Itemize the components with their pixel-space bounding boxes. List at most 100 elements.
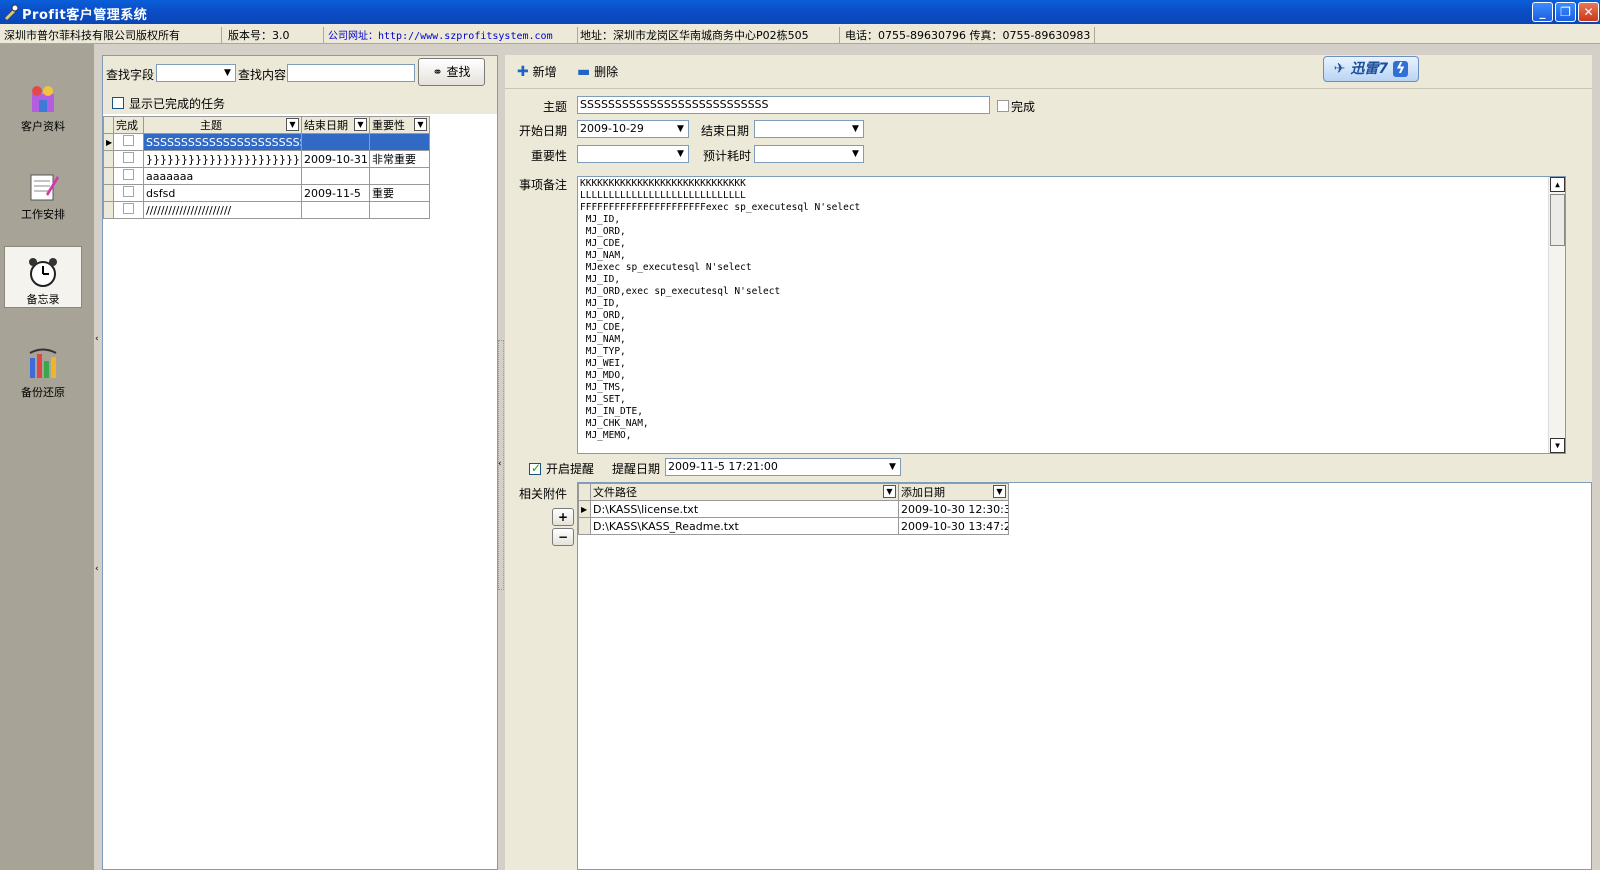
delete-button-label: 删除 xyxy=(594,65,619,79)
filter-dropdown-icon[interactable]: ▼ xyxy=(883,485,896,498)
estimate-select[interactable]: ▼ xyxy=(754,145,864,163)
chevron-down-icon: ▼ xyxy=(852,149,859,159)
column-header-file-path[interactable]: ▼ 文件路径 xyxy=(590,483,899,501)
collapse-left-icon[interactable]: ‹ xyxy=(95,564,99,574)
task-subject[interactable]: SSSSSSSSSSSSSSSSSSSSSSSSSSS xyxy=(143,133,302,151)
done-checkbox[interactable] xyxy=(113,150,144,168)
task-end-date[interactable]: 2009-10-31 xyxy=(301,150,370,168)
memo-line: FFFFFFFFFFFFFFFFFFFFFFexec sp_executesql… xyxy=(580,202,861,213)
task-end-date[interactable] xyxy=(301,167,370,185)
done-checkbox[interactable] xyxy=(113,201,144,219)
collapse-left-icon[interactable]: ‹ xyxy=(498,459,502,469)
memo-scrollbar[interactable]: ▲ ▼ xyxy=(1548,177,1565,453)
search-content-label: 查找内容 xyxy=(238,68,287,82)
task-priority[interactable] xyxy=(369,167,430,185)
collapse-left-icon[interactable]: ‹ xyxy=(95,334,99,344)
table-row[interactable]: D:\KASS\KASS_Readme.txt 2009-10-30 13:47… xyxy=(578,517,1009,535)
restore-button[interactable]: ❐ xyxy=(1555,2,1576,22)
done-checkbox[interactable] xyxy=(113,133,144,151)
filter-dropdown-icon[interactable]: ▼ xyxy=(286,118,299,131)
end-date-picker[interactable]: ▼ xyxy=(754,120,864,138)
search-content-input[interactable] xyxy=(287,64,415,82)
plus-icon: ✚ xyxy=(517,64,529,80)
done-checkbox[interactable] xyxy=(113,167,144,185)
table-row[interactable]: ▶ SSSSSSSSSSSSSSSSSSSSSSSSSSS xyxy=(103,133,430,151)
copyright-text: 深圳市普尔菲科技有限公司版权所有 xyxy=(4,27,222,43)
xunlei-badge[interactable]: ✈ 迅雷7 ϟ xyxy=(1323,56,1419,82)
scroll-down-icon[interactable]: ▼ xyxy=(1550,438,1565,453)
memo-line: MJ_SET, xyxy=(580,394,626,405)
nav-memo[interactable]: 备忘录 xyxy=(4,246,82,308)
table-row[interactable]: }}}}}}}}}}}}}}}}}}}}}}}}}}}}}} 2009-10-3… xyxy=(103,150,430,168)
filter-dropdown-icon[interactable]: ▼ xyxy=(414,118,427,131)
task-end-date[interactable]: 2009-11-5 xyxy=(301,184,370,202)
column-header-subject[interactable]: ▼ 主题 xyxy=(143,116,302,134)
task-priority[interactable]: 非常重要 xyxy=(369,150,430,168)
memo-line: MJexec sp_executesql N'select xyxy=(580,262,752,273)
table-row[interactable]: aaaaaaa xyxy=(103,167,430,185)
address-text: 地址：深圳市龙岗区华南城商务中心P02栋505 xyxy=(580,27,840,43)
show-completed-checkbox[interactable] xyxy=(112,97,124,109)
add-attachment-button[interactable]: + xyxy=(552,508,574,526)
scroll-up-icon[interactable]: ▲ xyxy=(1550,177,1565,192)
task-priority[interactable]: 重要 xyxy=(369,184,430,202)
nav-label: 备份还原 xyxy=(21,386,65,399)
attachment-date[interactable]: 2009-10-30 13:47:2 xyxy=(898,517,1009,535)
website-link[interactable]: 公司网址：http://www.szprofitsystem.com xyxy=(328,27,578,43)
table-row[interactable]: /////////////////////// xyxy=(103,201,430,219)
task-subject[interactable]: /////////////////////// xyxy=(143,201,302,219)
table-row[interactable]: dsfsd 2009-11-5 重要 xyxy=(103,184,430,202)
filter-dropdown-icon[interactable]: ▼ xyxy=(993,485,1006,498)
row-pointer-icon: ▶ xyxy=(578,500,591,518)
minimize-button[interactable]: _ xyxy=(1532,2,1553,22)
task-detail-panel: ✚ 新增 ▬ 删除 ✈ 迅雷7 ϟ 主题 SSSSSSSSSSSSSSSSSSS… xyxy=(505,55,1592,870)
backup-icon xyxy=(29,348,57,378)
search-field-label: 查找字段 xyxy=(106,68,155,82)
column-header-end-date[interactable]: ▼ 结束日期 xyxy=(301,116,370,134)
search-button[interactable]: ⚭ 查找 xyxy=(418,58,485,86)
nav-customer[interactable]: 客户资料 xyxy=(4,74,82,136)
column-header-priority[interactable]: ▼ 重要性 xyxy=(369,116,430,134)
remove-attachment-button[interactable]: − xyxy=(552,528,574,546)
attachment-path[interactable]: D:\KASS\KASS_Readme.txt xyxy=(590,517,899,535)
start-date-picker[interactable]: 2009-10-29 ▼ xyxy=(577,120,689,138)
attachment-path[interactable]: D:\KASS\license.txt xyxy=(590,500,899,518)
nav-backup[interactable]: 备份还原 xyxy=(4,340,82,402)
app-icon xyxy=(5,4,19,20)
memo-line: MJ_IN_DTE, xyxy=(580,406,643,417)
done-checkbox[interactable] xyxy=(997,100,1009,112)
task-priority[interactable] xyxy=(369,201,430,219)
task-end-date[interactable] xyxy=(301,133,370,151)
priority-select[interactable]: ▼ xyxy=(577,145,689,163)
task-priority[interactable] xyxy=(369,133,430,151)
column-header-done[interactable]: 完成 xyxy=(113,116,144,134)
task-subject[interactable]: dsfsd xyxy=(143,184,302,202)
sidebar-splitter[interactable]: ‹ ‹ xyxy=(94,44,102,870)
scroll-thumb[interactable] xyxy=(1550,194,1565,246)
close-button[interactable]: ✕ xyxy=(1578,2,1599,22)
memo-line: MJ_TMS, xyxy=(580,382,626,393)
memo-line: MJ_ID, xyxy=(580,274,621,285)
task-end-date[interactable] xyxy=(301,201,370,219)
reminder-date-value: 2009-11-5 17:21:00 xyxy=(668,460,778,473)
delete-button[interactable]: ▬ 删除 xyxy=(577,63,618,80)
search-field-select[interactable]: ▼ xyxy=(156,64,236,82)
memo-line: MJ_NAM, xyxy=(580,334,626,345)
memo-line: KKKKKKKKKKKKKKKKKKKKKKKKKKKKK xyxy=(580,178,746,189)
nav-schedule[interactable]: 工作安排 xyxy=(4,162,82,224)
reminder-date-picker[interactable]: 2009-11-5 17:21:00 ▼ xyxy=(665,458,901,476)
panel-splitter[interactable]: ‹ xyxy=(498,340,504,590)
column-header-added-date[interactable]: ▼ 添加日期 xyxy=(898,483,1009,501)
chevron-down-icon: ▼ xyxy=(677,124,684,134)
task-subject[interactable]: aaaaaaa xyxy=(143,167,302,185)
reminder-checkbox[interactable] xyxy=(529,461,541,475)
subject-input[interactable]: SSSSSSSSSSSSSSSSSSSSSSSSSSS xyxy=(577,96,990,114)
done-checkbox[interactable] xyxy=(113,184,144,202)
memo-textarea[interactable]: KKKKKKKKKKKKKKKKKKKKKKKKKKKKK LLLLLLLLLLL… xyxy=(577,176,1566,454)
task-subject[interactable]: }}}}}}}}}}}}}}}}}}}}}}}}}}}}}} xyxy=(143,150,302,168)
attachment-date[interactable]: 2009-10-30 12:30:39 xyxy=(898,500,1009,518)
search-toolstrip: 查找字段 ▼ 查找内容 ⚭ 查找 xyxy=(103,56,497,90)
filter-dropdown-icon[interactable]: ▼ xyxy=(354,118,367,131)
add-button[interactable]: ✚ 新增 xyxy=(517,63,557,80)
table-row[interactable]: ▶ D:\KASS\license.txt 2009-10-30 12:30:3… xyxy=(578,500,1009,518)
